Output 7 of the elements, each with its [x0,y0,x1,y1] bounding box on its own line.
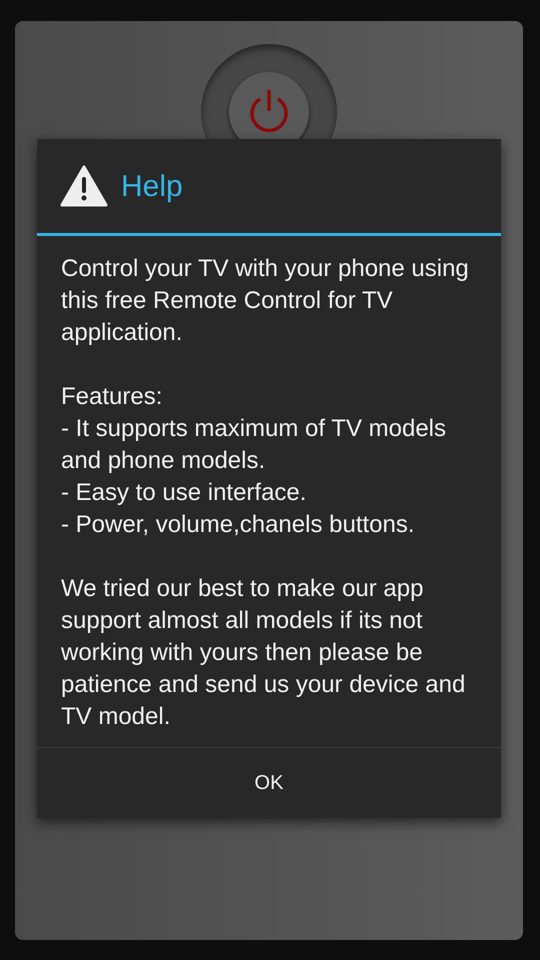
dialog-title: Help [121,168,183,204]
power-icon [247,89,291,135]
warning-icon [60,165,108,207]
ok-button[interactable]: OK [37,748,501,818]
message-paragraph: Control your TV with your phone using this free Remote Control for TV application. [61,254,470,348]
message-paragraph: We tried our best to make our app support almost all models if its not working with yours then please be patience and send us your device and TV model. [61,574,466,732]
message-paragraph: Features: - It supports maximum of TV models and phone models. - Easy to use interface. - Power, volume,chanels buttons. [61,382,448,540]
